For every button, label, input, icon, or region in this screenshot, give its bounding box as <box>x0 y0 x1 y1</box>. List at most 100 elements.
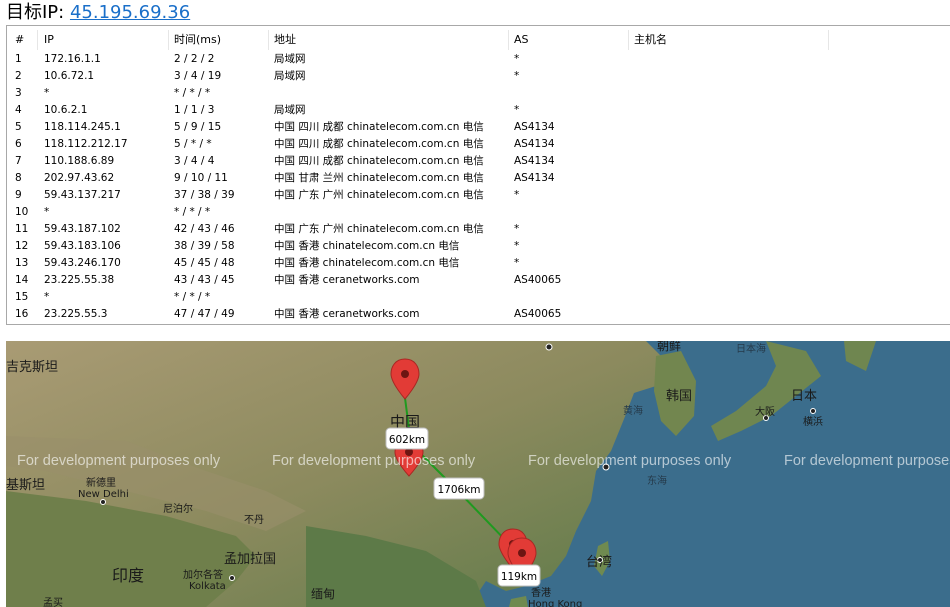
hop-ip: 59.43.137.217 <box>44 189 121 201</box>
hop-address: 局域网 <box>274 53 306 65</box>
map-label-bangladesh: 孟加拉国 <box>224 552 276 567</box>
table-row[interactable]: 6 118.112.212.17 5 / * / * 中国 四川 成都 chinate… <box>7 136 950 153</box>
map-label-hong-kong-en: Hong Kong <box>528 599 582 607</box>
hop-as: * <box>514 104 520 116</box>
distance-label-3: 119km <box>497 564 541 587</box>
hop-time: 5 / * / * <box>174 138 212 150</box>
yokohama-dot <box>810 408 816 414</box>
map-label-new-delhi-en: New Delhi <box>78 489 129 500</box>
table-row[interactable]: 16 23.225.55.3 47 / 47 / 49 中国 香港 ceranetwo… <box>7 306 950 323</box>
hop-index: 6 <box>15 138 22 150</box>
column-header-time[interactable]: 时间(ms) <box>174 30 269 50</box>
map-watermark-1: For development purposes only <box>17 453 221 469</box>
map-label-pakistan: 基斯坦 <box>6 478 45 493</box>
hop-index: 1 <box>15 53 22 65</box>
table-row[interactable]: 3 * * / * / * <box>7 85 950 102</box>
hop-as: * <box>514 223 520 235</box>
hop-time: 37 / 38 / 39 <box>174 189 235 201</box>
distance-label-1: 602km <box>385 427 429 450</box>
hop-as: * <box>514 240 520 252</box>
hop-time: 45 / 45 / 48 <box>174 257 235 269</box>
hainan-island <box>509 596 528 607</box>
hop-time: 43 / 43 / 45 <box>174 274 235 286</box>
hop-ip: 59.43.187.102 <box>44 223 121 235</box>
map-label-bhutan: 不丹 <box>244 514 264 526</box>
table-row[interactable]: 8 202.97.43.62 9 / 10 / 11 中国 甘肃 兰州 chinate… <box>7 170 950 187</box>
hop-address: 中国 广东 广州 chinatelecom.com.cn 电信 <box>274 189 484 201</box>
hop-ip: 118.114.245.1 <box>44 121 121 133</box>
table-row[interactable]: 5 118.114.245.1 5 / 9 / 15 中国 四川 成都 chinate… <box>7 119 950 136</box>
hop-index: 8 <box>15 172 22 184</box>
map-label-nepal: 尼泊尔 <box>163 502 193 515</box>
hop-ip: 59.43.183.106 <box>44 240 121 252</box>
hop-ip: 23.225.55.38 <box>44 274 115 286</box>
table-row[interactable]: 15 * * / * / * <box>7 289 950 306</box>
column-header-index[interactable]: # <box>15 30 38 50</box>
hop-index: 16 <box>15 308 29 320</box>
distance-label-2: 1706km <box>433 477 485 500</box>
hop-as: * <box>514 53 520 65</box>
column-header-hostname[interactable]: 主机名 <box>634 30 829 50</box>
table-row[interactable]: 1 172.16.1.1 2 / 2 / 2 局域网 * <box>7 51 950 68</box>
map-label-sea-of-japan: 日本海 <box>736 342 766 355</box>
hop-address: 中国 香港 ceranetworks.com <box>274 274 420 286</box>
hop-time: * / * / * <box>174 206 211 218</box>
new-delhi-dot <box>100 499 106 505</box>
hop-index: 12 <box>15 240 29 252</box>
map-label-kolkata-cn: 加尔各答 <box>183 568 223 581</box>
table-row[interactable]: 4 10.6.2.1 1 / 1 / 3 局域网 * <box>7 102 950 119</box>
hop-time: 5 / 9 / 15 <box>174 121 222 133</box>
table-row[interactable]: 13 59.43.246.170 45 / 45 / 48 中国 香港 chinate… <box>7 255 950 272</box>
map-label-osaka: 大阪 <box>755 405 775 418</box>
hop-ip: 202.97.43.62 <box>44 172 115 184</box>
column-header-ip[interactable]: IP <box>44 30 169 50</box>
beijing-dot <box>545 343 553 351</box>
hop-ip: 59.43.246.170 <box>44 257 121 269</box>
target-ip-header: 目标IP: 45.195.69.36 <box>6 1 190 25</box>
map-watermark-4: For development purposes only <box>784 453 950 469</box>
hop-time: 47 / 47 / 49 <box>174 308 235 320</box>
hop-address: 中国 四川 成都 chinatelecom.com.cn 电信 <box>274 138 484 150</box>
map-label-yellow-sea: 黄海 <box>623 404 643 417</box>
table-row[interactable]: 12 59.43.183.106 38 / 39 / 58 中国 香港 chinate… <box>7 238 950 255</box>
hop-address: 中国 香港 chinatelecom.com.cn 电信 <box>274 257 460 269</box>
hop-as: AS4134 <box>514 172 555 184</box>
kolkata-dot <box>229 575 235 581</box>
table-row[interactable]: 2 10.6.72.1 3 / 4 / 19 局域网 * <box>7 68 950 85</box>
map-label-india: 印度 <box>112 566 144 585</box>
hop-address: 局域网 <box>274 70 306 82</box>
table-row[interactable]: 7 110.188.6.89 3 / 4 / 4 中国 四川 成都 chinatele… <box>7 153 950 170</box>
traceroute-table: # IP 时间(ms) 地址 AS 主机名 1 172.16.1.1 2 / 2 /… <box>6 25 950 325</box>
table-row[interactable]: 9 59.43.137.217 37 / 38 / 39 中国 广东 广州 china… <box>7 187 950 204</box>
map-watermark-3: For development purposes only <box>528 453 732 469</box>
map-label-taiwan: 台湾 <box>586 554 612 570</box>
hop-ip: * <box>44 291 50 303</box>
hop-address: 中国 甘肃 兰州 chinatelecom.com.cn 电信 <box>274 172 484 184</box>
route-map[interactable]: 吉克斯坦 基斯坦 新德里 New Delhi 尼泊尔 不丹 孟加拉国 印度 加尔… <box>6 341 950 607</box>
hop-as: AS40065 <box>514 274 562 286</box>
map-label-mumbai: 孟买 <box>43 597 63 607</box>
map-label-japan: 日本 <box>791 389 817 404</box>
hop-ip: 23.225.55.3 <box>44 308 108 320</box>
table-row[interactable]: 14 23.225.55.38 43 / 43 / 45 中国 香港 ceranetw… <box>7 272 950 289</box>
hop-index: 9 <box>15 189 22 201</box>
hop-time: 3 / 4 / 19 <box>174 70 222 82</box>
table-row[interactable]: 10 * * / * / * <box>7 204 950 221</box>
map-label-east-sea: 东海 <box>647 474 667 487</box>
column-header-as[interactable]: AS <box>514 30 629 50</box>
column-header-address[interactable]: 地址 <box>274 30 509 50</box>
table-row[interactable]: 11 59.43.187.102 42 / 43 / 46 中国 广东 广州 chin… <box>7 221 950 238</box>
hop-index: 3 <box>15 87 22 99</box>
hop-time: 9 / 10 / 11 <box>174 172 228 184</box>
hop-time: 42 / 43 / 46 <box>174 223 235 235</box>
hop-as: * <box>514 70 520 82</box>
hop-index: 2 <box>15 70 22 82</box>
map-label-hong-kong-cn: 香港 <box>531 587 551 599</box>
hop-ip: 172.16.1.1 <box>44 53 101 65</box>
hop-ip: 110.188.6.89 <box>44 155 115 167</box>
target-ip-link[interactable]: 45.195.69.36 <box>70 2 190 23</box>
hop-as: * <box>514 257 520 269</box>
hop-address: 中国 香港 ceranetworks.com <box>274 308 420 320</box>
hop-as: AS4134 <box>514 121 555 133</box>
map-label-myanmar: 缅甸 <box>311 587 335 601</box>
